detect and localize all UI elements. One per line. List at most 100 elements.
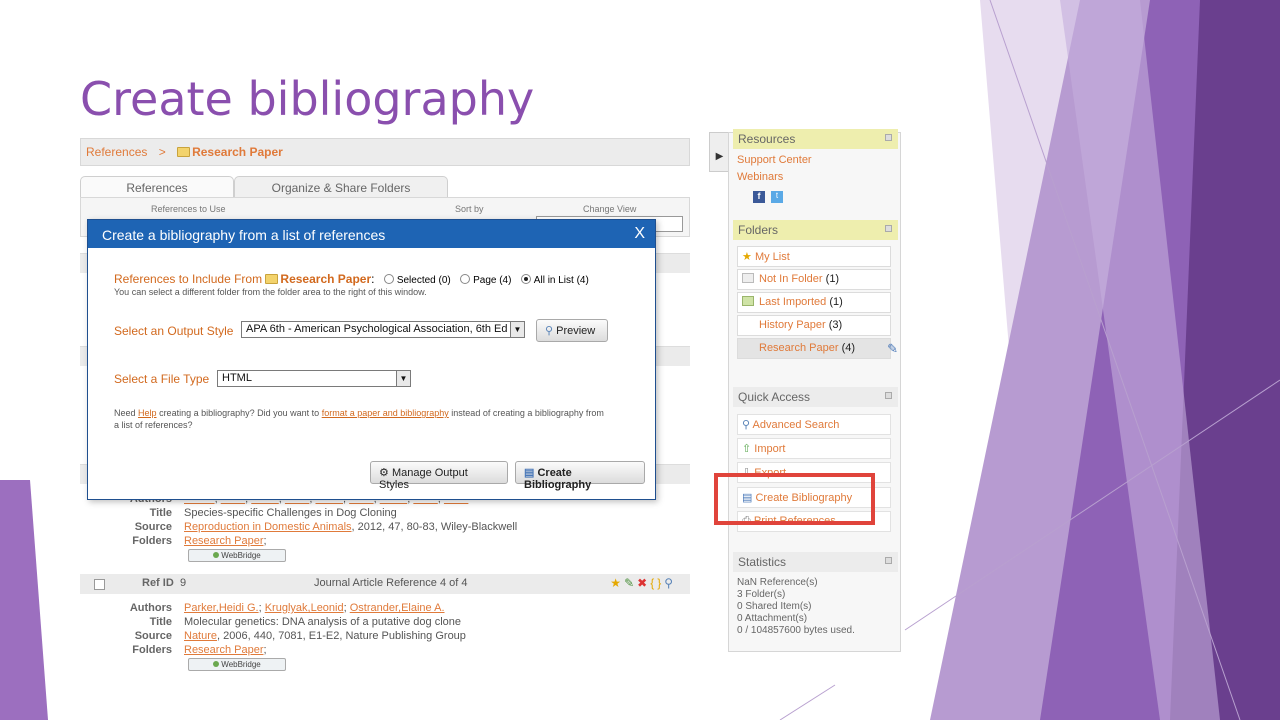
minimize-icon[interactable] [885,557,892,564]
minimize-icon[interactable] [885,225,892,232]
collapse-panel-tab[interactable]: ▶ [709,132,729,172]
quick-label: Import [754,443,786,455]
radio-page[interactable] [460,274,471,284]
change-view-label: Change View [583,204,637,214]
title-value: Species-specific Challenges in Dog Cloni… [184,507,397,519]
create-bibliography-button[interactable]: ▤ Create Bibliography [515,461,645,491]
folders-row: Folders Research Paper; [80,535,690,549]
radio-selected[interactable] [383,274,394,284]
document-icon: ▤ [524,467,535,479]
webbridge-button[interactable]: WebBridge [188,658,286,671]
folder-name: History Paper [759,319,826,331]
resources-header: Resources [733,129,898,149]
source-details: , 2006, 440, 7081, E1-E2, Nature Publish… [217,630,466,642]
statistics-title: Statistics [738,555,787,569]
stat-folders: 3 Folder(s) [737,589,786,600]
folder-item-my-list[interactable]: ★ My List [737,246,891,267]
highlight-box [714,473,875,525]
support-center-link[interactable]: Support Center [737,154,812,166]
folder-item-research-paper[interactable]: Research Paper (4) ✎ [737,338,898,359]
webbridge-row: WebBridge [80,658,690,672]
dialog-title-bar: Create a bibliography from a list of ref… [88,220,655,248]
deco-left-shape [0,480,48,720]
folder-item-last-imported[interactable]: Last Imported (1) [737,292,891,313]
quick-advanced-search[interactable]: ⚲ Advanced Search [737,414,891,435]
edit-folder-icon[interactable]: ✎ [887,341,898,357]
breadcrumb-folder[interactable]: Research Paper [192,145,283,159]
quick-label: Advanced Search [752,419,840,431]
minimize-icon[interactable] [885,134,892,141]
search-icon: ⚲ [742,419,751,431]
radio-all-label: All in List (4) [533,275,589,286]
webbridge-row: WebBridge [80,549,690,563]
tab-organize-share[interactable]: Organize & Share Folders [234,176,448,198]
folders-header: Folders [733,220,898,240]
output-style-select[interactable]: APA 6th - American Psychological Associa… [241,321,525,338]
include-folder: Research Paper [280,272,372,286]
folder-item-not-in-folder[interactable]: Not In Folder (1) [737,269,891,290]
folder-item-history-paper[interactable]: History Paper (3) [737,315,891,336]
folder-icon [265,274,279,284]
source-link[interactable]: Reproduction in Domestic Animals [184,521,352,533]
title-row: Title Species-specific Challenges in Dog… [80,507,690,521]
delete-icon[interactable]: ✖ [637,576,650,590]
folder-icon [177,147,191,157]
reference-3: Authors ; ; ; ; ; ; ; ; Title Species-sp… [80,493,690,563]
help-pre: Need [114,408,136,418]
webbridge-label: WebBridge [221,551,261,560]
quick-import[interactable]: ⇧ Import [737,438,891,459]
chevron-right-icon: ▶ [715,151,724,162]
tab-references[interactable]: References [80,176,234,198]
folder-link[interactable]: Research Paper [184,535,264,547]
reference-4-header: Ref ID 9 Journal Article Reference 4 of … [80,574,690,594]
radio-selected-label: Selected (0) [396,275,451,286]
star-icon[interactable]: ★ [610,576,624,590]
folder-name: Not In Folder [759,273,823,285]
file-type-value: HTML [222,372,252,384]
file-type-label: Select a File Type [114,372,210,386]
right-panel: Resources Support Center Webinars f t Fo… [728,129,901,652]
source-link[interactable]: Nature [184,630,217,642]
braces-icon[interactable]: {} [650,576,664,590]
webbridge-button[interactable]: WebBridge [188,549,286,562]
folder-count: (1) [825,273,840,285]
source-row: Source Nature, 2006, 440, 7081, E1-E2, N… [80,630,690,644]
folder-count: (3) [828,319,843,331]
edit-icon[interactable]: ✎ [624,576,637,590]
breadcrumb-root[interactable]: References [86,145,147,159]
create-bibliography-dialog: Create a bibliography from a list of ref… [87,219,656,500]
minimize-icon[interactable] [885,392,892,399]
webinars-link[interactable]: Webinars [737,171,783,183]
include-hint: You can select a different folder from t… [114,287,427,297]
source-row: Source Reproduction in Domestic Animals,… [80,521,690,535]
folders-label: Folders [132,644,172,656]
source-details: , 2012, 47, 80-83, Wiley-Blackwell [351,521,518,533]
import-folder-icon [742,296,754,306]
radio-all-in-list[interactable] [520,274,531,284]
author-link[interactable]: Parker,Heidi G. [184,602,259,614]
manage-output-styles-button[interactable]: ⚙ Manage Output Styles [370,461,508,491]
import-arrow-icon: ⇧ [742,443,752,455]
author-link[interactable]: Ostrander,Elaine A. [350,602,445,614]
preview-button[interactable]: ⚲ Preview [536,319,608,342]
webbridge-label: WebBridge [221,660,261,669]
author-link[interactable]: Kruglyak,Leonid [265,602,344,614]
reference-checkbox[interactable] [94,579,105,590]
help-post2: a list of references? [114,420,193,430]
twitter-icon[interactable]: t [771,191,783,203]
search-icon[interactable]: ⚲ [664,576,676,590]
quick-access-header: Quick Access [733,387,898,407]
close-button[interactable]: X [634,225,645,243]
folder-name: Last Imported [759,296,827,308]
tab-bar: References Organize & Share Folders [80,176,690,198]
chevron-down-icon: ▼ [396,371,410,386]
source-label: Source [134,630,172,642]
file-type-select[interactable]: HTML ▼ [217,370,411,387]
folder-count: (1) [829,296,843,308]
authors-label: Authors [129,602,172,614]
stat-references: NaN Reference(s) [737,577,818,588]
facebook-icon[interactable]: f [753,191,765,203]
help-link[interactable]: Help [138,408,157,418]
format-paper-link[interactable]: format a paper and bibliography [322,408,449,418]
folder-link[interactable]: Research Paper [184,644,264,656]
